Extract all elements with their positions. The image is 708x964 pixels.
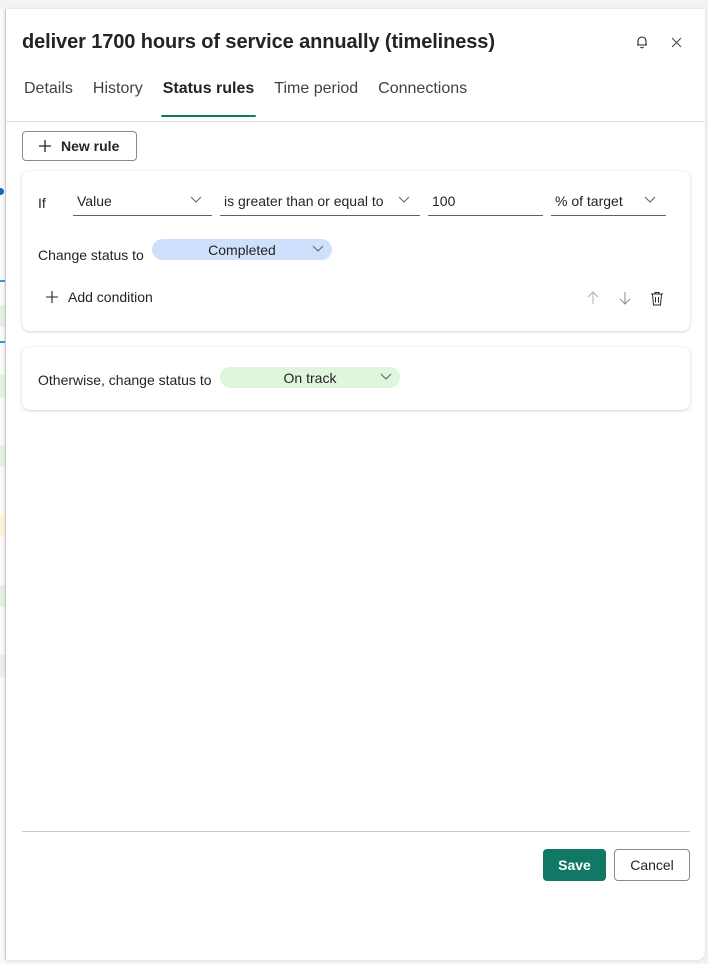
status-rules-panel: deliver 1700 hours of service annually (… xyxy=(5,9,705,960)
unit-value: % of target xyxy=(555,192,623,209)
chevron-down-icon xyxy=(380,373,392,380)
field-dropdown[interactable]: Value xyxy=(73,186,212,216)
tab-status-rules[interactable]: Status rules xyxy=(160,79,265,117)
plus-icon xyxy=(46,291,58,303)
new-rule-label: New rule xyxy=(61,138,120,154)
otherwise-status-value: On track xyxy=(283,369,337,386)
chevron-down-icon xyxy=(190,196,202,203)
status-value: Completed xyxy=(208,241,276,258)
otherwise-card: Otherwise, change status to On track xyxy=(22,347,690,410)
chevron-down-icon xyxy=(312,245,324,252)
tab-time-period[interactable]: Time period xyxy=(274,79,368,117)
save-button[interactable]: Save xyxy=(543,849,606,881)
operator-value: is greater than or equal to xyxy=(224,192,384,209)
operator-dropdown[interactable]: is greater than or equal to xyxy=(220,186,420,216)
cancel-button[interactable]: Cancel xyxy=(614,849,690,881)
plus-icon xyxy=(39,140,51,152)
new-rule-button[interactable]: New rule xyxy=(22,131,137,161)
move-down-icon[interactable] xyxy=(616,289,634,307)
add-condition-button[interactable]: Add condition xyxy=(46,289,153,305)
chevron-down-icon xyxy=(398,196,410,203)
unit-dropdown[interactable]: % of target xyxy=(551,186,666,216)
field-value: Value xyxy=(77,192,112,209)
close-icon[interactable] xyxy=(665,31,687,53)
threshold-input-wrapper xyxy=(428,186,543,216)
tab-details[interactable]: Details xyxy=(24,79,83,117)
threshold-input[interactable] xyxy=(432,192,543,209)
panel-title: deliver 1700 hours of service annually (… xyxy=(22,31,495,53)
tab-history[interactable]: History xyxy=(93,79,153,117)
tab-divider xyxy=(6,121,705,122)
if-label: If xyxy=(38,195,46,211)
chevron-down-icon xyxy=(644,196,656,203)
status-dropdown-completed[interactable]: Completed xyxy=(152,239,332,260)
tab-connections[interactable]: Connections xyxy=(378,79,477,117)
add-condition-label: Add condition xyxy=(68,289,153,305)
otherwise-label: Otherwise, change status to xyxy=(38,372,212,388)
status-dropdown-on-track[interactable]: On track xyxy=(220,367,400,388)
tab-bar: Details History Status rules Time period… xyxy=(24,79,487,117)
rule-card: If Value is greater than or equal to % o… xyxy=(22,171,690,331)
footer-divider xyxy=(22,831,690,832)
change-status-label: Change status to xyxy=(38,247,144,263)
move-up-icon[interactable] xyxy=(584,289,602,307)
delete-icon[interactable] xyxy=(648,289,666,307)
bell-icon[interactable] xyxy=(631,31,653,53)
